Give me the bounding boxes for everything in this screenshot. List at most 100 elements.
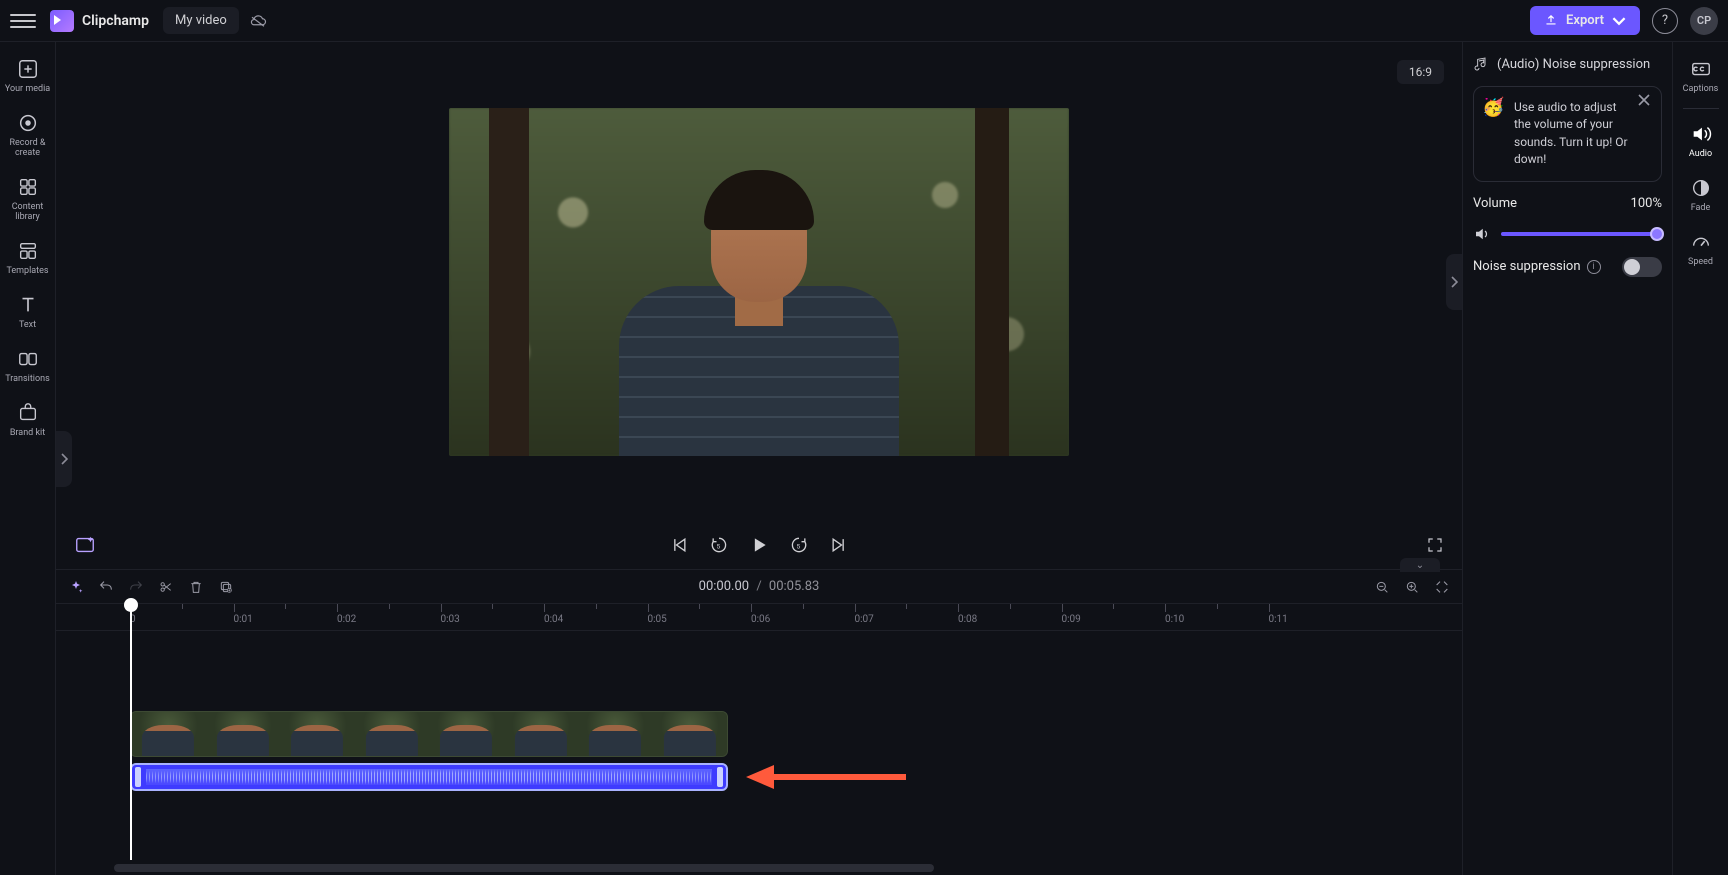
info-icon[interactable]: i (1587, 260, 1601, 274)
duplicate-button[interactable] (218, 579, 234, 595)
aspect-ratio-button[interactable]: 16:9 (1397, 60, 1444, 84)
ruler-tick-minor (389, 604, 390, 611)
fade-icon (1690, 177, 1712, 199)
menu-button[interactable] (10, 8, 36, 34)
forward-5-button[interactable]: 5 (789, 535, 809, 555)
collapse-timeline-button[interactable]: ⌄ (1400, 558, 1440, 572)
tool-brand-kit[interactable]: Brand kit (2, 394, 54, 446)
ruler-tick-minor (492, 604, 493, 611)
svg-text:5: 5 (797, 542, 801, 550)
project-name-input[interactable]: My video (163, 7, 239, 34)
preview-stage: 16:9 (56, 42, 1462, 521)
ruler-tick: 0:03 (441, 604, 460, 625)
ruler-tick: 0:01 (234, 604, 253, 625)
annotation-arrow (746, 765, 906, 789)
record-icon (17, 112, 39, 134)
export-button[interactable]: Export (1530, 6, 1640, 35)
timeline-scrollbar[interactable] (56, 861, 1462, 875)
playback-time: 00:00.00 / 00:05.83 (699, 579, 820, 594)
svg-text:5: 5 (717, 542, 721, 550)
ruler-tick: 0:08 (958, 604, 977, 625)
templates-icon (17, 240, 39, 262)
tool-text[interactable]: Text (2, 286, 54, 338)
undo-button[interactable] (98, 579, 114, 595)
volume-slider[interactable] (1501, 232, 1662, 236)
playback-bar: 5 5 (56, 521, 1462, 569)
captions-icon (1690, 58, 1712, 80)
music-note-icon (1473, 56, 1489, 72)
volume-slider-knob[interactable] (1650, 227, 1664, 241)
ruler-tick: 0:11 (1269, 604, 1288, 625)
transitions-icon (17, 348, 39, 370)
ruler-tick-minor (596, 604, 597, 611)
ai-sparkle-button[interactable] (68, 579, 84, 595)
noise-suppression-label: Noise suppression (1473, 259, 1581, 274)
ruler-tick-minor (182, 604, 183, 611)
playhead[interactable] (130, 600, 132, 860)
rewind-5-button[interactable]: 5 (709, 535, 729, 555)
video-preview[interactable] (449, 108, 1069, 456)
text-icon (17, 294, 39, 316)
help-button[interactable]: ? (1652, 8, 1678, 34)
ruler-tick: 0:09 (1062, 604, 1081, 625)
tip-text: Use audio to adjust the volume of your s… (1514, 99, 1633, 169)
audio-waveform (146, 769, 712, 785)
tool-captions[interactable]: Captions (1675, 50, 1727, 102)
sparkle-image-icon (74, 534, 96, 556)
ai-enhance-button[interactable] (74, 534, 96, 556)
tool-templates[interactable]: Templates (2, 232, 54, 284)
tip-close-button[interactable] (1637, 93, 1655, 111)
tool-audio[interactable]: Audio (1675, 115, 1727, 167)
skip-back-button[interactable] (669, 535, 689, 555)
right-tool-rail: Captions Audio Fade Speed (1672, 42, 1728, 875)
tool-your-media[interactable]: Your media (2, 50, 54, 102)
speed-icon (1690, 231, 1712, 253)
tool-transitions[interactable]: Transitions (2, 340, 54, 392)
top-bar: Clipchamp My video Export ? CP (0, 0, 1728, 42)
noise-suppression-toggle[interactable] (1622, 257, 1662, 277)
ruler-tick-minor (1010, 604, 1011, 611)
volume-value: 100% (1631, 196, 1662, 211)
tool-speed[interactable]: Speed (1675, 223, 1727, 275)
ruler-tick-minor (1113, 604, 1114, 611)
fullscreen-button[interactable] (1426, 536, 1444, 554)
audio-clip[interactable] (130, 763, 728, 791)
expand-right-panel-button[interactable] (1446, 254, 1462, 310)
chevron-right-icon (1450, 276, 1458, 288)
ruler-tick-minor (1217, 604, 1218, 611)
clip-trim-left-handle[interactable] (135, 767, 141, 787)
clip-trim-right-handle[interactable] (717, 767, 723, 787)
timeline-tracks[interactable] (56, 631, 1462, 861)
scrollbar-thumb[interactable] (114, 864, 934, 872)
ruler-tick-minor (906, 604, 907, 611)
tool-record-create[interactable]: Record & create (2, 104, 54, 166)
zoom-out-button[interactable] (1374, 579, 1390, 595)
zoom-in-button[interactable] (1404, 579, 1420, 595)
play-button[interactable] (749, 535, 769, 555)
brand-kit-icon (17, 402, 39, 424)
ruler-tick-minor (803, 604, 804, 611)
panel-title: (Audio) Noise suppression (1497, 57, 1650, 72)
brand[interactable]: Clipchamp (50, 10, 149, 32)
ruler-tick: 0:06 (751, 604, 770, 625)
delete-button[interactable] (188, 579, 204, 595)
skip-forward-button[interactable] (829, 535, 849, 555)
properties-panel: (Audio) Noise suppression 🥳 Use audio to… (1462, 42, 1672, 875)
timeline-ruler[interactable]: 00:010:020:030:040:050:060:070:080:090:1… (56, 603, 1462, 631)
brand-name: Clipchamp (82, 13, 149, 29)
tool-fade[interactable]: Fade (1675, 169, 1727, 221)
tool-content-library[interactable]: Content library (2, 168, 54, 230)
video-clip[interactable] (130, 711, 728, 757)
upload-icon (1544, 14, 1558, 28)
ruler-tick-minor (285, 604, 286, 611)
ruler-tick-minor (699, 604, 700, 611)
fit-timeline-button[interactable] (1434, 579, 1450, 595)
speaker-icon[interactable] (1473, 225, 1491, 243)
tip-callout: 🥳 Use audio to adjust the volume of your… (1473, 86, 1662, 182)
split-button[interactable] (158, 579, 174, 595)
sync-status-icon[interactable] (249, 14, 267, 28)
clipchamp-logo-icon (50, 10, 74, 32)
ruler-tick: 0:05 (648, 604, 667, 625)
user-avatar[interactable]: CP (1690, 7, 1718, 35)
party-emoji-icon: 🥳 (1482, 95, 1504, 121)
